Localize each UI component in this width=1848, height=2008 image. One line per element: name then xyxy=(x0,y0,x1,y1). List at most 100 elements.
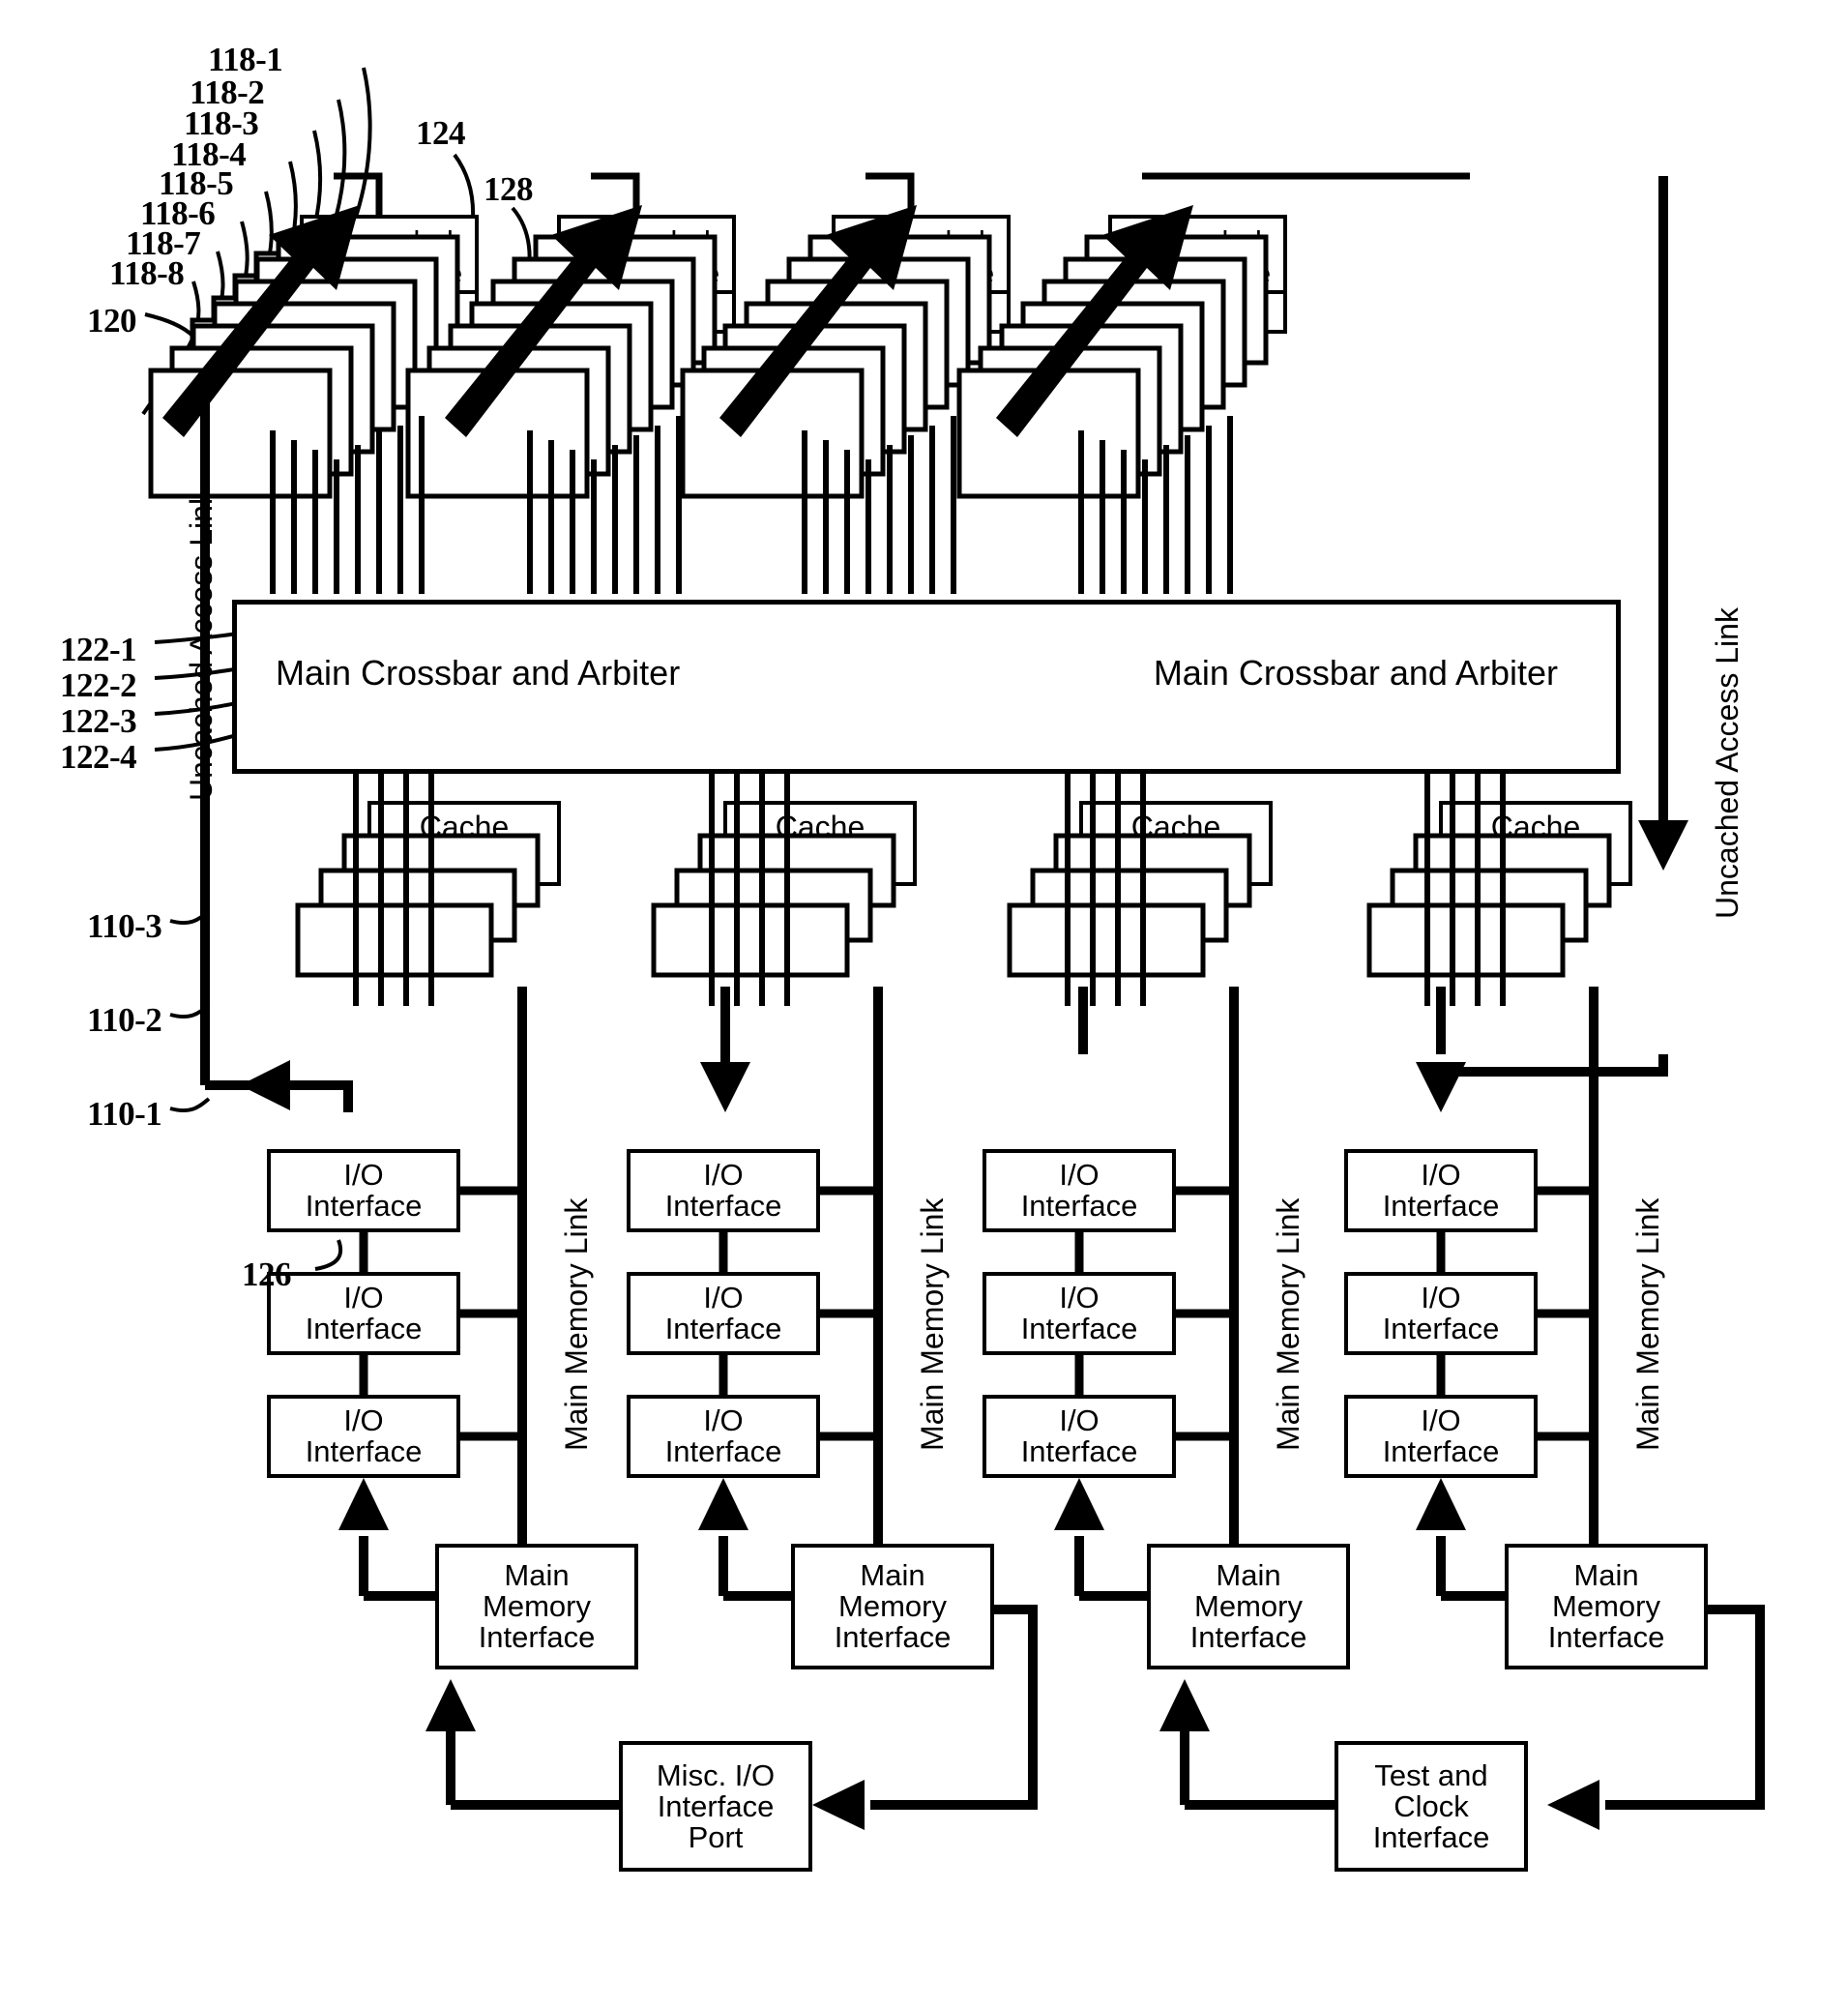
io-interface-c4-r1: I/O Interface xyxy=(1344,1395,1538,1478)
bank-stacked-label: Bank xyxy=(1114,870,1185,904)
core-1-ldst: LD/ST Unit xyxy=(300,290,479,334)
io-interface-c4-r2: I/O Interface xyxy=(1344,1272,1538,1355)
mml-text-1: Main Memory Link xyxy=(559,1197,594,1451)
cache-bank-label-l1: Cache xyxy=(1490,810,1581,844)
mem-label-l3: Interface xyxy=(478,1620,596,1654)
mml-text-2: Main Memory Link xyxy=(915,1197,950,1451)
ref-124: 124 xyxy=(416,114,466,152)
ldst-label: LD/ST Unit xyxy=(850,295,992,328)
mem-label-l1: Main xyxy=(504,1558,570,1592)
mml-text-4: Main Memory Link xyxy=(1630,1197,1665,1451)
crossbar-label-right: Main Crossbar and Arbiter xyxy=(1153,653,1558,693)
up-arrow-c2 xyxy=(698,1478,748,1530)
cache-bank-4-stack-4: Bank xyxy=(1369,940,1563,983)
mem-label-l2: Memory xyxy=(1194,1589,1303,1623)
bank-stacked-label: Bank xyxy=(402,870,473,904)
io-label-l1: I/O xyxy=(1059,1403,1100,1437)
cache-bank-3-stack-4: Bank xyxy=(1010,940,1203,983)
io-label-l1: I/O xyxy=(1059,1281,1100,1314)
main-memory-interface-2: Main Memory Interface xyxy=(791,1544,994,1669)
io-label-l2: Interface xyxy=(664,1189,782,1223)
io-label-l1: I/O xyxy=(343,1281,384,1314)
cache-bank-label-l1: Cache xyxy=(1130,810,1221,844)
down-arrow-col4 xyxy=(1416,1062,1466,1112)
io-label-l1: I/O xyxy=(343,1403,384,1437)
test-clock-l2: Clock xyxy=(1393,1788,1469,1823)
test-and-clock-interface-box: Test and Clock Interface xyxy=(1335,1741,1528,1872)
ref-128: 128 xyxy=(484,170,534,208)
io-label-l1: I/O xyxy=(1421,1403,1461,1437)
uncached-right-text: Uncached Access Link xyxy=(1710,607,1745,919)
bank-stacked-label: Bank xyxy=(1068,939,1138,974)
io-label-l2: Interface xyxy=(1020,1189,1138,1223)
core-label-l2: MIPS Core xyxy=(572,256,720,290)
io-label-l1: I/O xyxy=(1059,1158,1100,1192)
cache-bank-label-l1: Cache xyxy=(775,810,865,844)
mem-label-l1: Main xyxy=(1573,1558,1639,1592)
uncached-access-link-right-label: Uncached Access Link xyxy=(1710,607,1745,919)
main-memory-interface-1: Main Memory Interface xyxy=(435,1544,638,1669)
main-memory-interface-3: Main Memory Interface xyxy=(1147,1544,1350,1669)
cache-bank-label-l1: Cache xyxy=(419,810,510,844)
io-label-l2: Interface xyxy=(305,1189,423,1223)
io-label-l1: I/O xyxy=(343,1158,384,1192)
io-label-l1: I/O xyxy=(1421,1158,1461,1192)
bank-stacked-label: Bank xyxy=(712,939,782,974)
up-arrow-c1 xyxy=(338,1478,389,1530)
core-3-block: Threaded MIPS Core xyxy=(832,215,1011,300)
misc-io-l3: Port xyxy=(688,1819,744,1854)
bank-stacked-label: Bank xyxy=(758,870,829,904)
down-arrow-col2 xyxy=(700,1062,750,1112)
bank-stacked-label: Bank xyxy=(1474,870,1544,904)
core-label-l1: Threaded xyxy=(325,224,454,258)
core-label-l2: MIPS Core xyxy=(847,256,995,290)
cache-bank-1-stack-4: Bank xyxy=(298,940,491,983)
test-clock-l1: Test and xyxy=(1374,1757,1488,1792)
ref-126: 126 xyxy=(242,1255,292,1293)
left-arrow-misc-io xyxy=(812,1780,865,1830)
core-2-block: Threaded MIPS Core xyxy=(557,215,736,300)
ref-110-2: 110-2 xyxy=(87,1001,162,1039)
cache-bank-2-stack-4: Bank xyxy=(654,940,847,983)
ref-118-8: 118-8 xyxy=(109,254,185,292)
up-arrow-c4 xyxy=(1416,1478,1466,1530)
ref-122-2: 122-2 xyxy=(60,666,137,704)
ldst-label: LD/ST Unit xyxy=(318,295,460,328)
bank-stacked-label: Bank xyxy=(379,904,450,939)
io-label-l2: Interface xyxy=(664,1434,782,1468)
io-label-l2: Interface xyxy=(1382,1312,1500,1345)
ref-122-3: 122-3 xyxy=(60,702,137,740)
bank-stacked-label: Bank xyxy=(1451,904,1521,939)
io-label-l1: I/O xyxy=(703,1281,744,1314)
test-clock-l3: Interface xyxy=(1372,1819,1490,1854)
ref-110-3: 110-3 xyxy=(87,907,162,945)
patent-figure: Threaded MIPS Core LD/ST Unit Threaded M… xyxy=(0,0,1848,2008)
io-label-l1: I/O xyxy=(1421,1281,1461,1314)
mml-text-3: Main Memory Link xyxy=(1271,1197,1305,1451)
io-interface-c3-r3: I/O Interface xyxy=(983,1149,1176,1232)
mem-label-l3: Interface xyxy=(1547,1620,1665,1654)
core-label-l2: MIPS Core xyxy=(315,256,463,290)
ref-122-4: 122-4 xyxy=(60,738,137,776)
io-label-l2: Interface xyxy=(1382,1189,1500,1223)
core-label-l2: MIPS Core xyxy=(1124,256,1272,290)
core-label-l1: Threaded xyxy=(857,224,985,258)
ref-110-1: 110-1 xyxy=(87,1095,162,1133)
mem-label-l2: Memory xyxy=(1552,1589,1660,1623)
misc-io-l2: Interface xyxy=(657,1788,775,1823)
mem-label-l2: Memory xyxy=(483,1589,591,1623)
uncached-right-arrowhead xyxy=(1638,820,1688,871)
main-memory-link-label-1: Main Memory Link xyxy=(559,1198,595,1451)
bank-stacked-label: Bank xyxy=(1427,939,1498,974)
uncached-left-text: Uncached Access Link xyxy=(184,489,219,801)
io-interface-c1-r1: I/O Interface xyxy=(267,1395,460,1478)
crossbar-label-left: Main Crossbar and Arbiter xyxy=(276,653,681,693)
uncached-access-link-left-label: Uncached Access Link xyxy=(184,489,220,801)
core-2-ldst: LD/ST Unit xyxy=(557,290,736,334)
io-interface-c3-r2: I/O Interface xyxy=(983,1272,1176,1355)
core-label-l1: Threaded xyxy=(1133,224,1262,258)
bank-stacked-label: Bank xyxy=(735,904,806,939)
main-memory-link-label-2: Main Memory Link xyxy=(915,1198,951,1451)
main-memory-link-label-4: Main Memory Link xyxy=(1630,1198,1666,1451)
misc-io-interface-port-box: Misc. I/O Interface Port xyxy=(619,1741,812,1872)
